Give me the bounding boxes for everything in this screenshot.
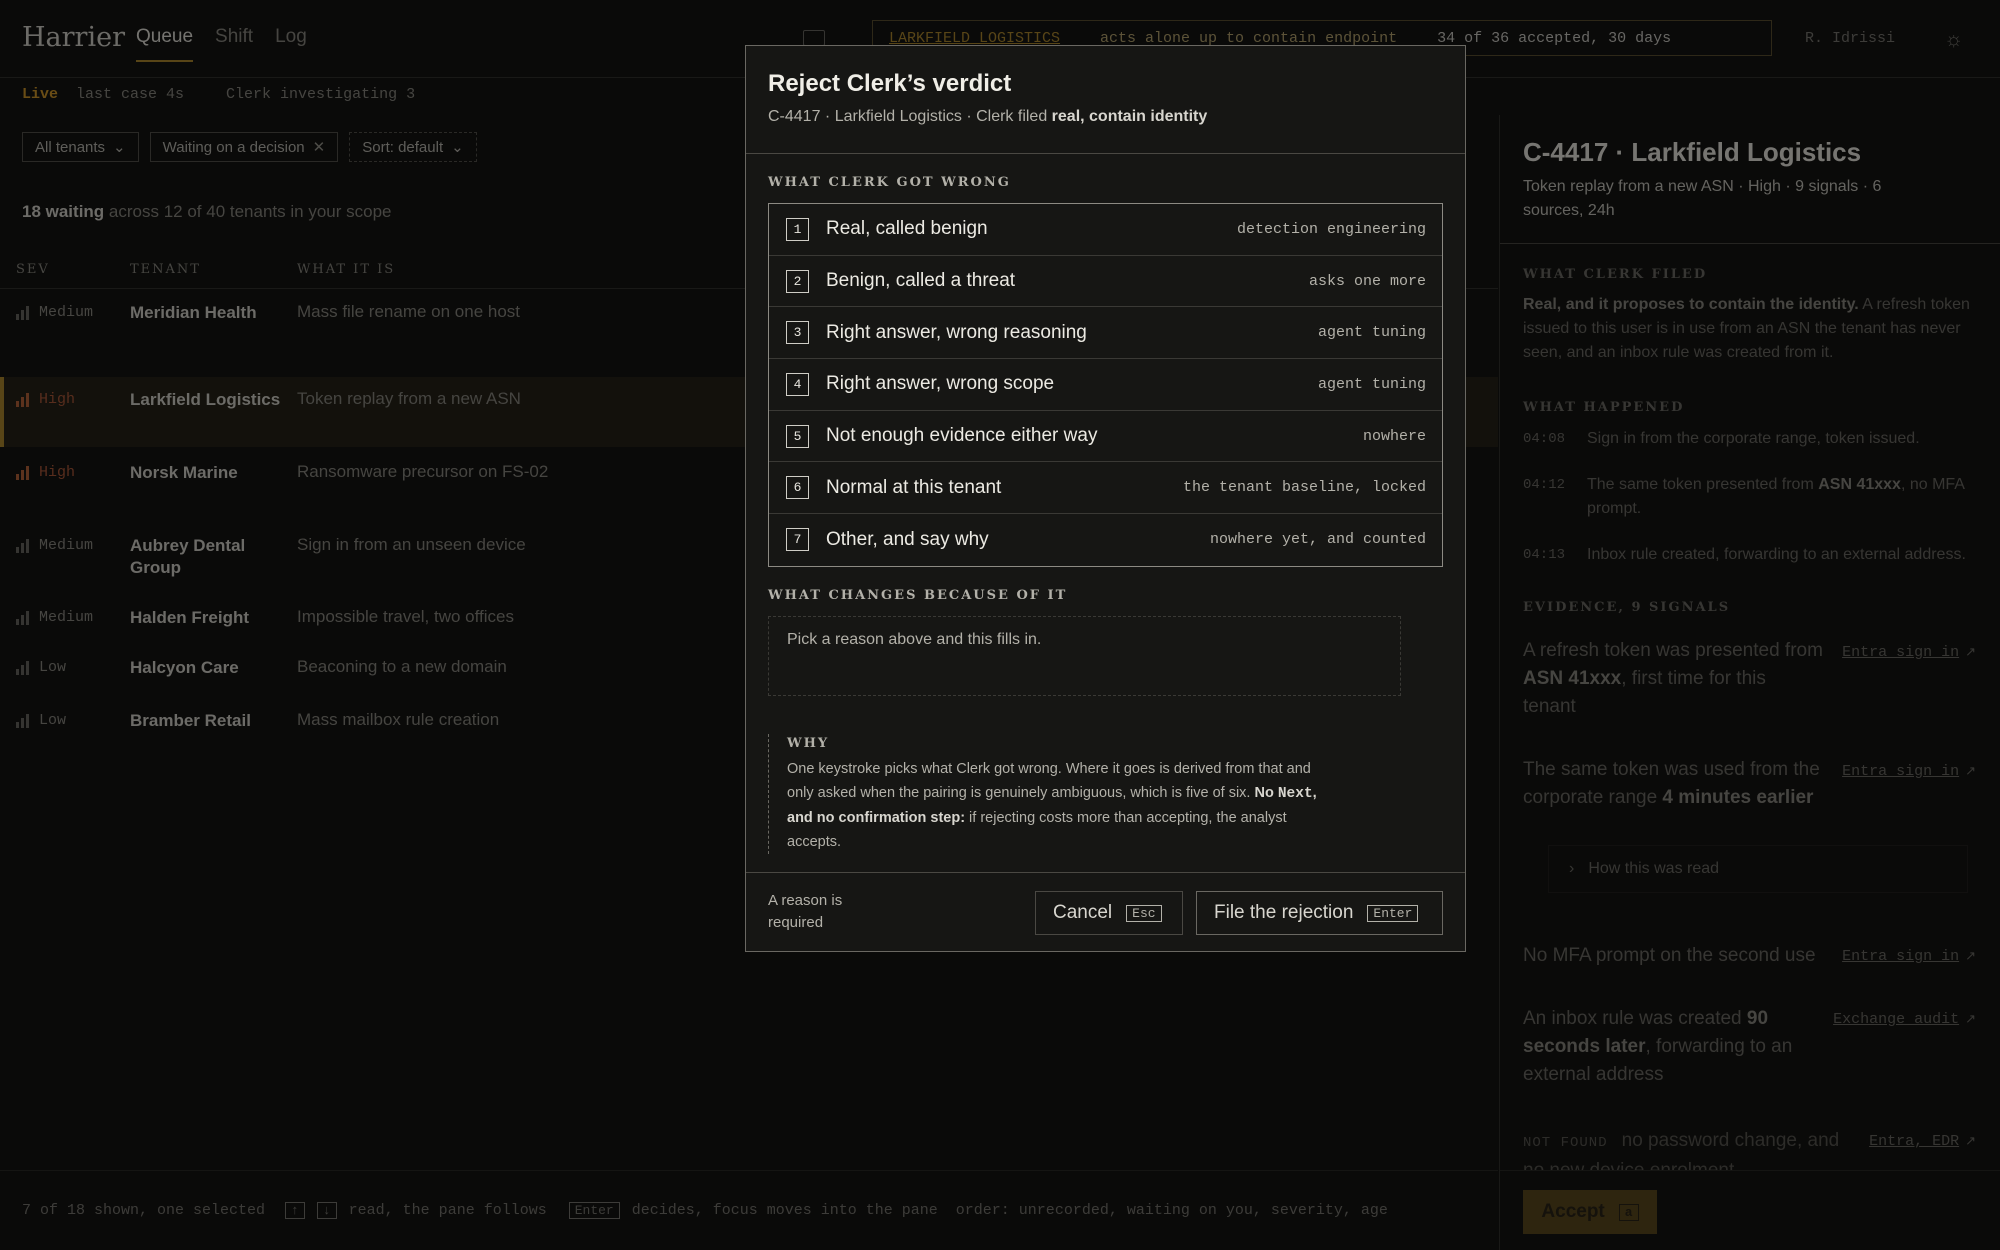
option-label: Normal at this tenant bbox=[826, 476, 1002, 498]
option-label: Real, called benign bbox=[826, 218, 988, 240]
option-key: 5 bbox=[786, 424, 809, 448]
option-destination: nowhere bbox=[1362, 427, 1426, 445]
reason-option-1[interactable]: 1 Real, called benign detection engineerin… bbox=[769, 204, 1442, 256]
section-what-clerk-got-wrong: WHAT CLERK GOT WRONG bbox=[768, 175, 1011, 190]
option-destination: nowhere yet, and counted bbox=[1209, 531, 1426, 549]
dialog-subtitle: C-4417 · Larkfield Logistics · Clerk fil… bbox=[768, 108, 1208, 125]
option-destination: agent tuning bbox=[1317, 375, 1426, 393]
option-key: 4 bbox=[786, 372, 809, 396]
cancel-label: Cancel bbox=[1053, 902, 1113, 923]
reason-options: 1 Real, called benign detection engineerin… bbox=[768, 203, 1443, 567]
option-destination: agent tuning bbox=[1317, 324, 1426, 342]
option-label: Not enough evidence either way bbox=[826, 425, 1098, 447]
option-destination: asks one more bbox=[1308, 272, 1426, 290]
why-text: One keystroke picks what Clerk got wrong… bbox=[787, 761, 1317, 850]
file-rejection-label: File the rejection bbox=[1214, 902, 1354, 923]
dialog-footer-divider bbox=[746, 872, 1465, 873]
why-note: WHY One keystroke picks what Clerk got w… bbox=[768, 734, 1338, 854]
option-key: 1 bbox=[786, 217, 809, 241]
why-heading: WHY bbox=[787, 736, 830, 751]
file-rejection-button[interactable]: File the rejection Enter bbox=[1196, 891, 1443, 935]
option-label: Right answer, wrong reasoning bbox=[826, 321, 1087, 343]
option-destination: the tenant baseline, locked bbox=[1182, 479, 1426, 497]
reason-required-note: A reason is required bbox=[768, 892, 843, 931]
option-key: 7 bbox=[786, 528, 809, 552]
option-key: 2 bbox=[786, 269, 809, 293]
option-key: 3 bbox=[786, 321, 809, 345]
option-label: Other, and say why bbox=[826, 528, 989, 550]
option-destination: detection engineering bbox=[1236, 220, 1426, 238]
reason-option-2[interactable]: 2 Benign, called a threat asks one more bbox=[769, 256, 1442, 308]
changes-preview: Pick a reason above and this fills in. bbox=[768, 616, 1401, 696]
reason-option-4[interactable]: 4 Right answer, wrong scope agent tuning bbox=[769, 359, 1442, 411]
option-label: Benign, called a threat bbox=[826, 270, 1016, 292]
enter-key: Enter bbox=[1367, 904, 1419, 922]
option-key: 6 bbox=[786, 476, 809, 500]
dialog-divider bbox=[746, 153, 1465, 154]
cancel-button[interactable]: Cancel Esc bbox=[1035, 891, 1183, 935]
reason-option-5[interactable]: 5 Not enough evidence either way nowhere bbox=[769, 411, 1442, 463]
reason-option-6[interactable]: 6 Normal at this tenant the tenant baselin… bbox=[769, 462, 1442, 515]
option-label: Right answer, wrong scope bbox=[826, 373, 1055, 395]
dialog-title: Reject Clerk’s verdict bbox=[768, 70, 1012, 97]
reason-option-7[interactable]: 7 Other, and say why nowhere yet, and coun… bbox=[769, 514, 1442, 566]
reject-verdict-dialog: Reject Clerk’s verdict C-4417 · Larkfiel… bbox=[745, 45, 1466, 952]
reason-option-3[interactable]: 3 Right answer, wrong reasoning agent tuni… bbox=[769, 307, 1442, 360]
section-what-changes: WHAT CHANGES BECAUSE OF IT bbox=[768, 588, 1068, 603]
esc-key: Esc bbox=[1126, 904, 1162, 922]
